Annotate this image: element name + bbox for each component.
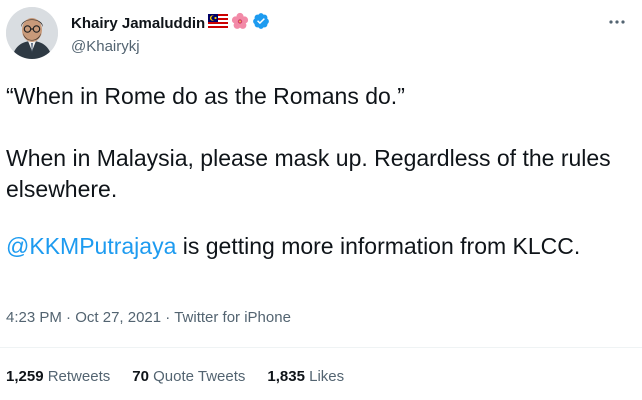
divider bbox=[0, 347, 642, 348]
tweet-line-mask: When in Malaysia, please mask up. Regard… bbox=[6, 145, 611, 202]
meta-separator: · bbox=[61, 309, 76, 326]
tweet-meta: 4:23 PM · Oct 27, 2021 · Twitter for iPh… bbox=[6, 309, 291, 326]
tweet-line-rest: is getting more information from KLCC. bbox=[176, 233, 581, 259]
malaysia-flag-icon bbox=[208, 13, 229, 33]
more-options-icon[interactable] bbox=[608, 12, 626, 30]
tweet-line-mention: @KKMPutrajaya is getting more informatio… bbox=[6, 231, 580, 262]
tweet-stats: 1,259 Retweets 70 Quote Tweets 1,835 Lik… bbox=[6, 368, 344, 385]
mention-link[interactable]: @KKMPutrajaya bbox=[6, 233, 176, 259]
retweets-count: 1,259 bbox=[6, 368, 44, 385]
likes-label: Likes bbox=[309, 368, 345, 385]
quote-tweets-stat[interactable]: 70 Quote Tweets bbox=[132, 368, 245, 385]
avatar[interactable] bbox=[6, 7, 58, 59]
verified-badge-icon bbox=[252, 12, 270, 35]
retweets-stat[interactable]: 1,259 Retweets bbox=[6, 368, 110, 385]
meta-separator-2: · bbox=[161, 309, 175, 326]
tweet-date[interactable]: Oct 27, 2021 bbox=[75, 309, 161, 326]
quote-tweets-label: Quote Tweets bbox=[153, 368, 246, 385]
avatar-portrait-icon bbox=[6, 7, 58, 59]
retweets-label: Retweets bbox=[47, 368, 111, 385]
tweet-line-quote: “When in Rome do as the Romans do.” bbox=[6, 83, 405, 109]
quote-tweets-count: 70 bbox=[132, 368, 149, 385]
hibiscus-icon bbox=[231, 12, 249, 35]
likes-stat[interactable]: 1,835 Likes bbox=[267, 368, 344, 385]
author-name-row: Khairy Jamaluddin bbox=[71, 12, 270, 35]
tweet-time[interactable]: 4:23 PM bbox=[6, 309, 62, 326]
author-name[interactable]: Khairy Jamaluddin bbox=[71, 15, 205, 32]
tweet-source[interactable]: Twitter for iPhone bbox=[174, 309, 291, 326]
likes-count: 1,835 bbox=[267, 368, 305, 385]
author-handle[interactable]: @Khairykj bbox=[71, 38, 140, 55]
